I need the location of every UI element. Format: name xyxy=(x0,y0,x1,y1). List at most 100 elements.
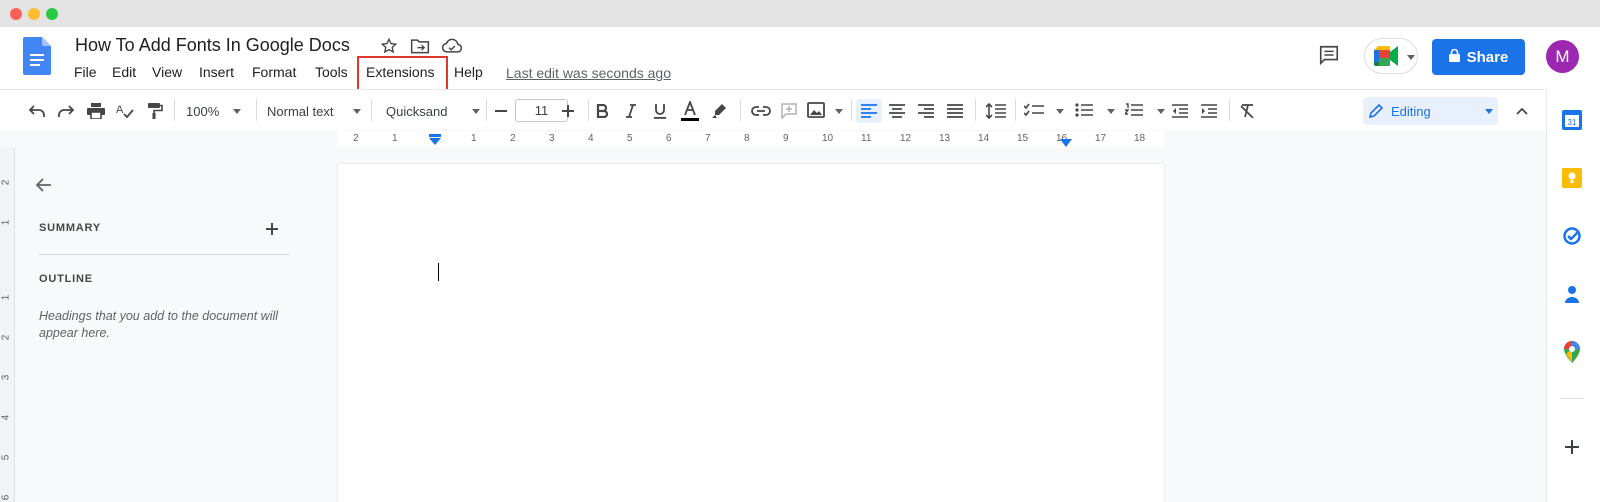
ruler-tick-label: 2 xyxy=(0,179,12,186)
align-left-icon[interactable] xyxy=(856,99,882,123)
bold-icon[interactable] xyxy=(592,99,612,123)
ruler-tick-label: 2 xyxy=(353,133,359,144)
chevron-down-icon xyxy=(472,108,480,114)
toolbar-separator xyxy=(256,99,257,121)
last-edit-link[interactable]: Last edit was seconds ago xyxy=(506,65,671,81)
comment-history-icon[interactable] xyxy=(1318,44,1340,71)
meet-button[interactable] xyxy=(1364,38,1418,74)
minimize-window-button[interactable] xyxy=(28,8,40,20)
decrease-indent-icon[interactable] xyxy=(1170,99,1190,123)
ruler-tick-label: 15 xyxy=(1017,133,1029,144)
menu-file[interactable]: File xyxy=(74,64,97,80)
paragraph-style-select[interactable]: Normal text xyxy=(267,99,361,123)
toolbar-separator xyxy=(588,99,589,121)
document-page[interactable] xyxy=(338,164,1164,502)
font-family-select[interactable]: Quicksand xyxy=(386,99,480,123)
contacts-icon[interactable] xyxy=(1562,284,1582,309)
text-color-icon[interactable] xyxy=(679,99,701,123)
window-titlebar xyxy=(0,0,1600,27)
maps-icon[interactable] xyxy=(1563,341,1581,368)
tasks-icon[interactable] xyxy=(1562,226,1582,251)
font-family-value: Quicksand xyxy=(386,103,448,119)
ruler-tick-label: 2 xyxy=(0,334,12,341)
menu-edit[interactable]: Edit xyxy=(112,64,136,80)
increase-font-size-button[interactable] xyxy=(558,99,578,123)
left-indent-marker-icon[interactable] xyxy=(429,133,441,151)
zoom-select[interactable]: 100% xyxy=(186,99,246,123)
avatar[interactable]: M xyxy=(1546,40,1579,73)
share-button[interactable]: Share xyxy=(1432,39,1525,75)
menu-insert[interactable]: Insert xyxy=(199,64,234,80)
insert-link-icon[interactable] xyxy=(750,99,772,123)
horizontal-ruler[interactable]: 2 1 1 2 3 4 5 6 7 8 9 10 11 12 13 14 15 16 17 18 xyxy=(338,131,1164,147)
ruler-tick-label: 9 xyxy=(783,133,789,144)
bulleted-list-button[interactable] xyxy=(1075,99,1115,123)
underline-icon[interactable] xyxy=(650,99,670,123)
ruler-tick-label: 7 xyxy=(705,133,711,144)
lock-icon xyxy=(1448,48,1460,66)
toolbar-separator xyxy=(486,99,487,121)
ruler-tick-label: 11 xyxy=(861,133,872,144)
chevron-down-icon xyxy=(835,108,843,114)
clear-formatting-icon[interactable] xyxy=(1237,99,1257,123)
get-addons-icon[interactable] xyxy=(1565,440,1579,459)
right-indent-marker-icon[interactable] xyxy=(1060,135,1072,153)
spellcheck-icon[interactable]: A xyxy=(115,99,135,123)
chevron-down-icon xyxy=(1157,108,1165,114)
extensions-highlight-box xyxy=(357,56,448,93)
close-window-button[interactable] xyxy=(10,8,22,20)
ruler-tick-label: 5 xyxy=(0,454,12,461)
paint-format-icon[interactable] xyxy=(145,99,165,123)
menu-tools[interactable]: Tools xyxy=(315,64,348,80)
align-right-icon[interactable] xyxy=(916,99,936,123)
ruler-tick-label: 14 xyxy=(978,133,990,144)
menu-view[interactable]: View xyxy=(152,64,182,80)
ruler-tick-label: 8 xyxy=(744,133,750,144)
ruler-tick-label: 1 xyxy=(0,294,12,301)
back-arrow-icon[interactable] xyxy=(35,176,53,199)
line-spacing-icon[interactable] xyxy=(985,99,1007,123)
ruler-tick-label: 17 xyxy=(1095,133,1107,144)
toolbar-separator xyxy=(371,99,372,121)
ruler-tick-label: 1 xyxy=(392,133,398,144)
docs-logo-icon[interactable] xyxy=(23,37,51,80)
keep-icon[interactable] xyxy=(1562,168,1582,193)
align-center-icon[interactable] xyxy=(887,99,907,123)
toolbar-separator xyxy=(1229,99,1230,121)
maximize-window-button[interactable] xyxy=(46,8,58,20)
undo-icon[interactable] xyxy=(27,99,47,123)
numbered-list-button[interactable] xyxy=(1123,99,1165,123)
ruler-tick-label: 18 xyxy=(1134,133,1146,144)
toolbar-separator xyxy=(851,99,852,121)
add-comment-icon[interactable] xyxy=(779,99,799,123)
redo-icon[interactable] xyxy=(56,99,76,123)
menu-help[interactable]: Help xyxy=(454,64,483,80)
ruler-tick-label: 4 xyxy=(0,414,12,421)
meet-icon xyxy=(1374,46,1400,71)
highlight-color-icon[interactable] xyxy=(709,99,729,123)
insert-image-button[interactable] xyxy=(807,99,843,123)
collapse-menus-icon[interactable] xyxy=(1512,99,1532,123)
decrease-font-size-button[interactable] xyxy=(491,99,511,123)
italic-icon[interactable] xyxy=(621,99,641,123)
ruler-tick-label: 6 xyxy=(0,494,12,501)
toolbar-separator xyxy=(1015,99,1016,121)
document-title[interactable]: How To Add Fonts In Google Docs xyxy=(75,35,350,56)
checklist-button[interactable] xyxy=(1023,99,1064,123)
print-icon[interactable] xyxy=(86,99,106,123)
numbered-list-icon xyxy=(1123,102,1143,120)
vertical-ruler[interactable]: 2 1 1 2 3 4 5 6 xyxy=(0,147,15,502)
editing-mode-label: Editing xyxy=(1391,103,1431,119)
svg-text:A: A xyxy=(116,104,124,116)
ruler-tick-label: 1 xyxy=(0,219,12,226)
toolbar-separator xyxy=(174,99,175,121)
justify-icon[interactable] xyxy=(945,99,965,123)
increase-indent-icon[interactable] xyxy=(1199,99,1219,123)
calendar-icon[interactable]: 31 xyxy=(1562,110,1582,135)
toolbar-separator xyxy=(975,99,976,121)
ruler-tick-label: 3 xyxy=(0,374,12,381)
ruler-tick-label: 6 xyxy=(666,133,672,144)
menu-format[interactable]: Format xyxy=(252,64,296,80)
editing-mode-select[interactable]: Editing xyxy=(1363,97,1498,125)
add-summary-icon[interactable] xyxy=(266,222,278,240)
